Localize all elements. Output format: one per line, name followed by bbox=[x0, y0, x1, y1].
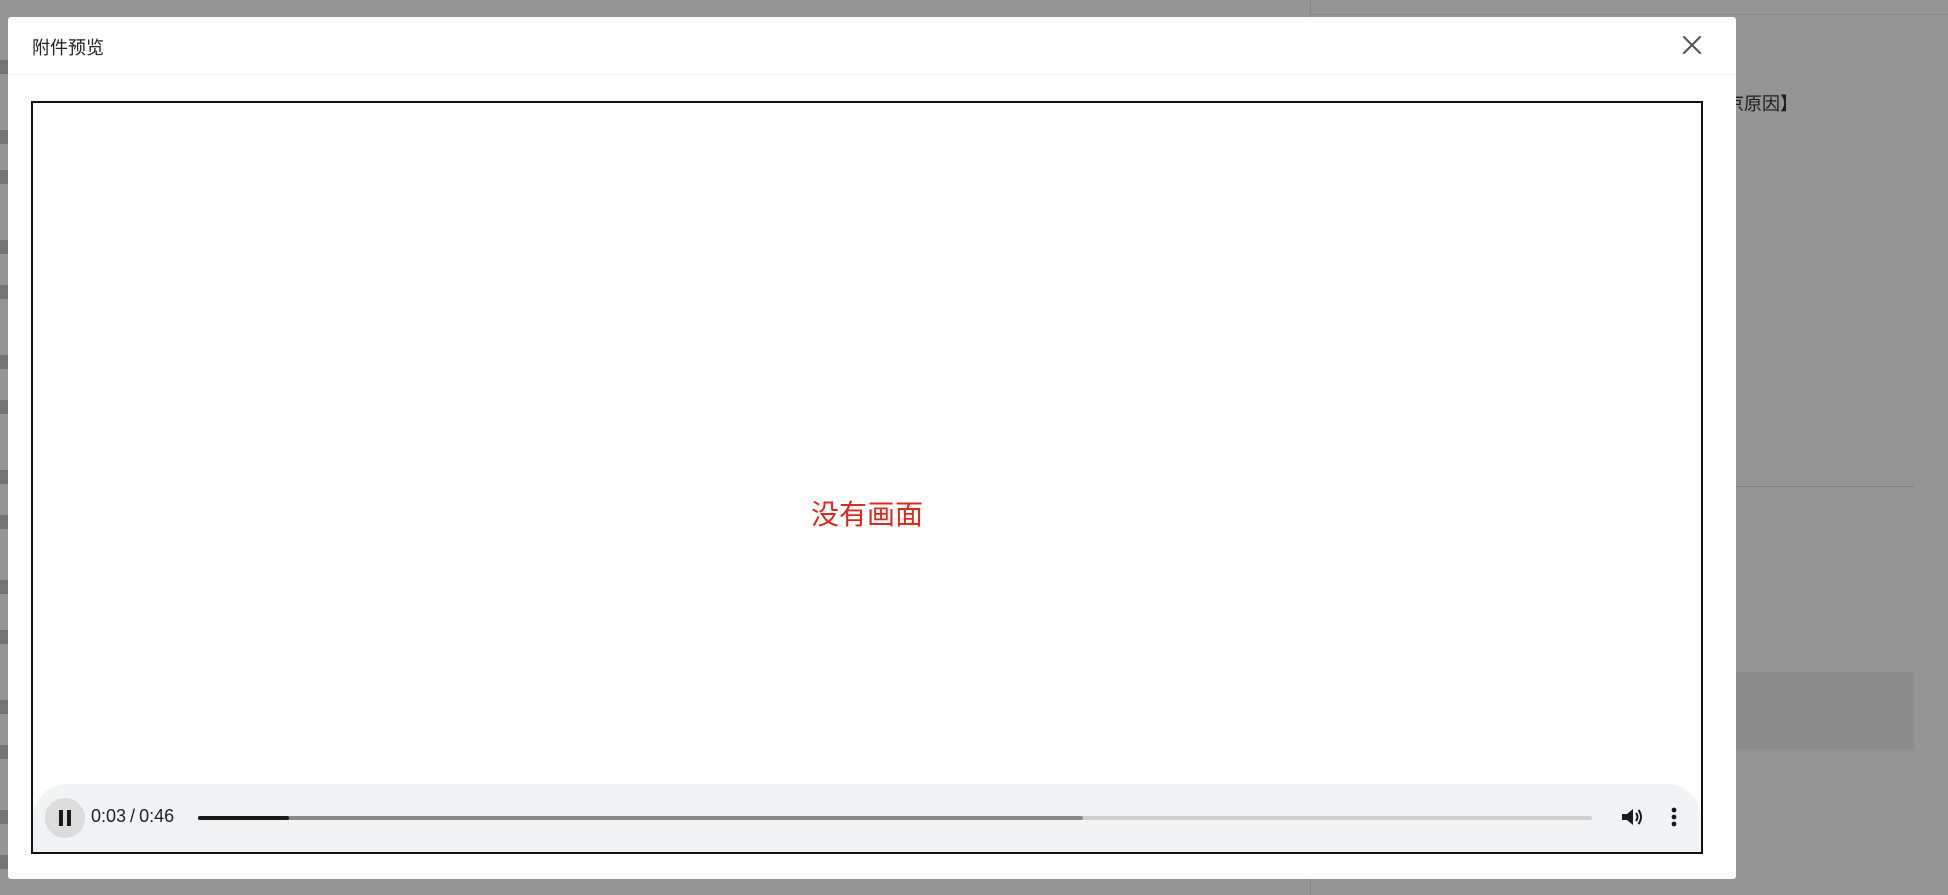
current-time: 0:03 bbox=[91, 806, 127, 826]
attachment-preview-dialog: 附件预览 没有画面 0:03/0:46 bbox=[8, 17, 1736, 879]
dialog-header: 附件预览 bbox=[8, 17, 1736, 75]
progress-played bbox=[198, 816, 289, 820]
time-display: 0:03/0:46 bbox=[91, 806, 174, 827]
pause-icon bbox=[59, 810, 71, 826]
pause-button[interactable] bbox=[45, 798, 85, 838]
progress-bar[interactable] bbox=[198, 816, 1592, 820]
time-separator: / bbox=[130, 806, 136, 826]
dialog-title: 附件预览 bbox=[32, 38, 104, 59]
video-player[interactable]: 没有画面 0:03/0:46 bbox=[31, 101, 1703, 854]
no-picture-message: 没有画面 bbox=[810, 498, 923, 531]
volume-button[interactable] bbox=[1617, 802, 1647, 832]
video-controls: 0:03/0:46 bbox=[33, 784, 1701, 852]
duration: 0:46 bbox=[139, 806, 175, 826]
more-options-button[interactable] bbox=[1659, 802, 1689, 832]
more-vert-icon bbox=[1671, 807, 1677, 827]
volume-icon bbox=[1622, 809, 1642, 825]
progress-buffered bbox=[198, 816, 1084, 820]
close-icon bbox=[1683, 36, 1701, 54]
close-button[interactable] bbox=[1676, 29, 1708, 61]
